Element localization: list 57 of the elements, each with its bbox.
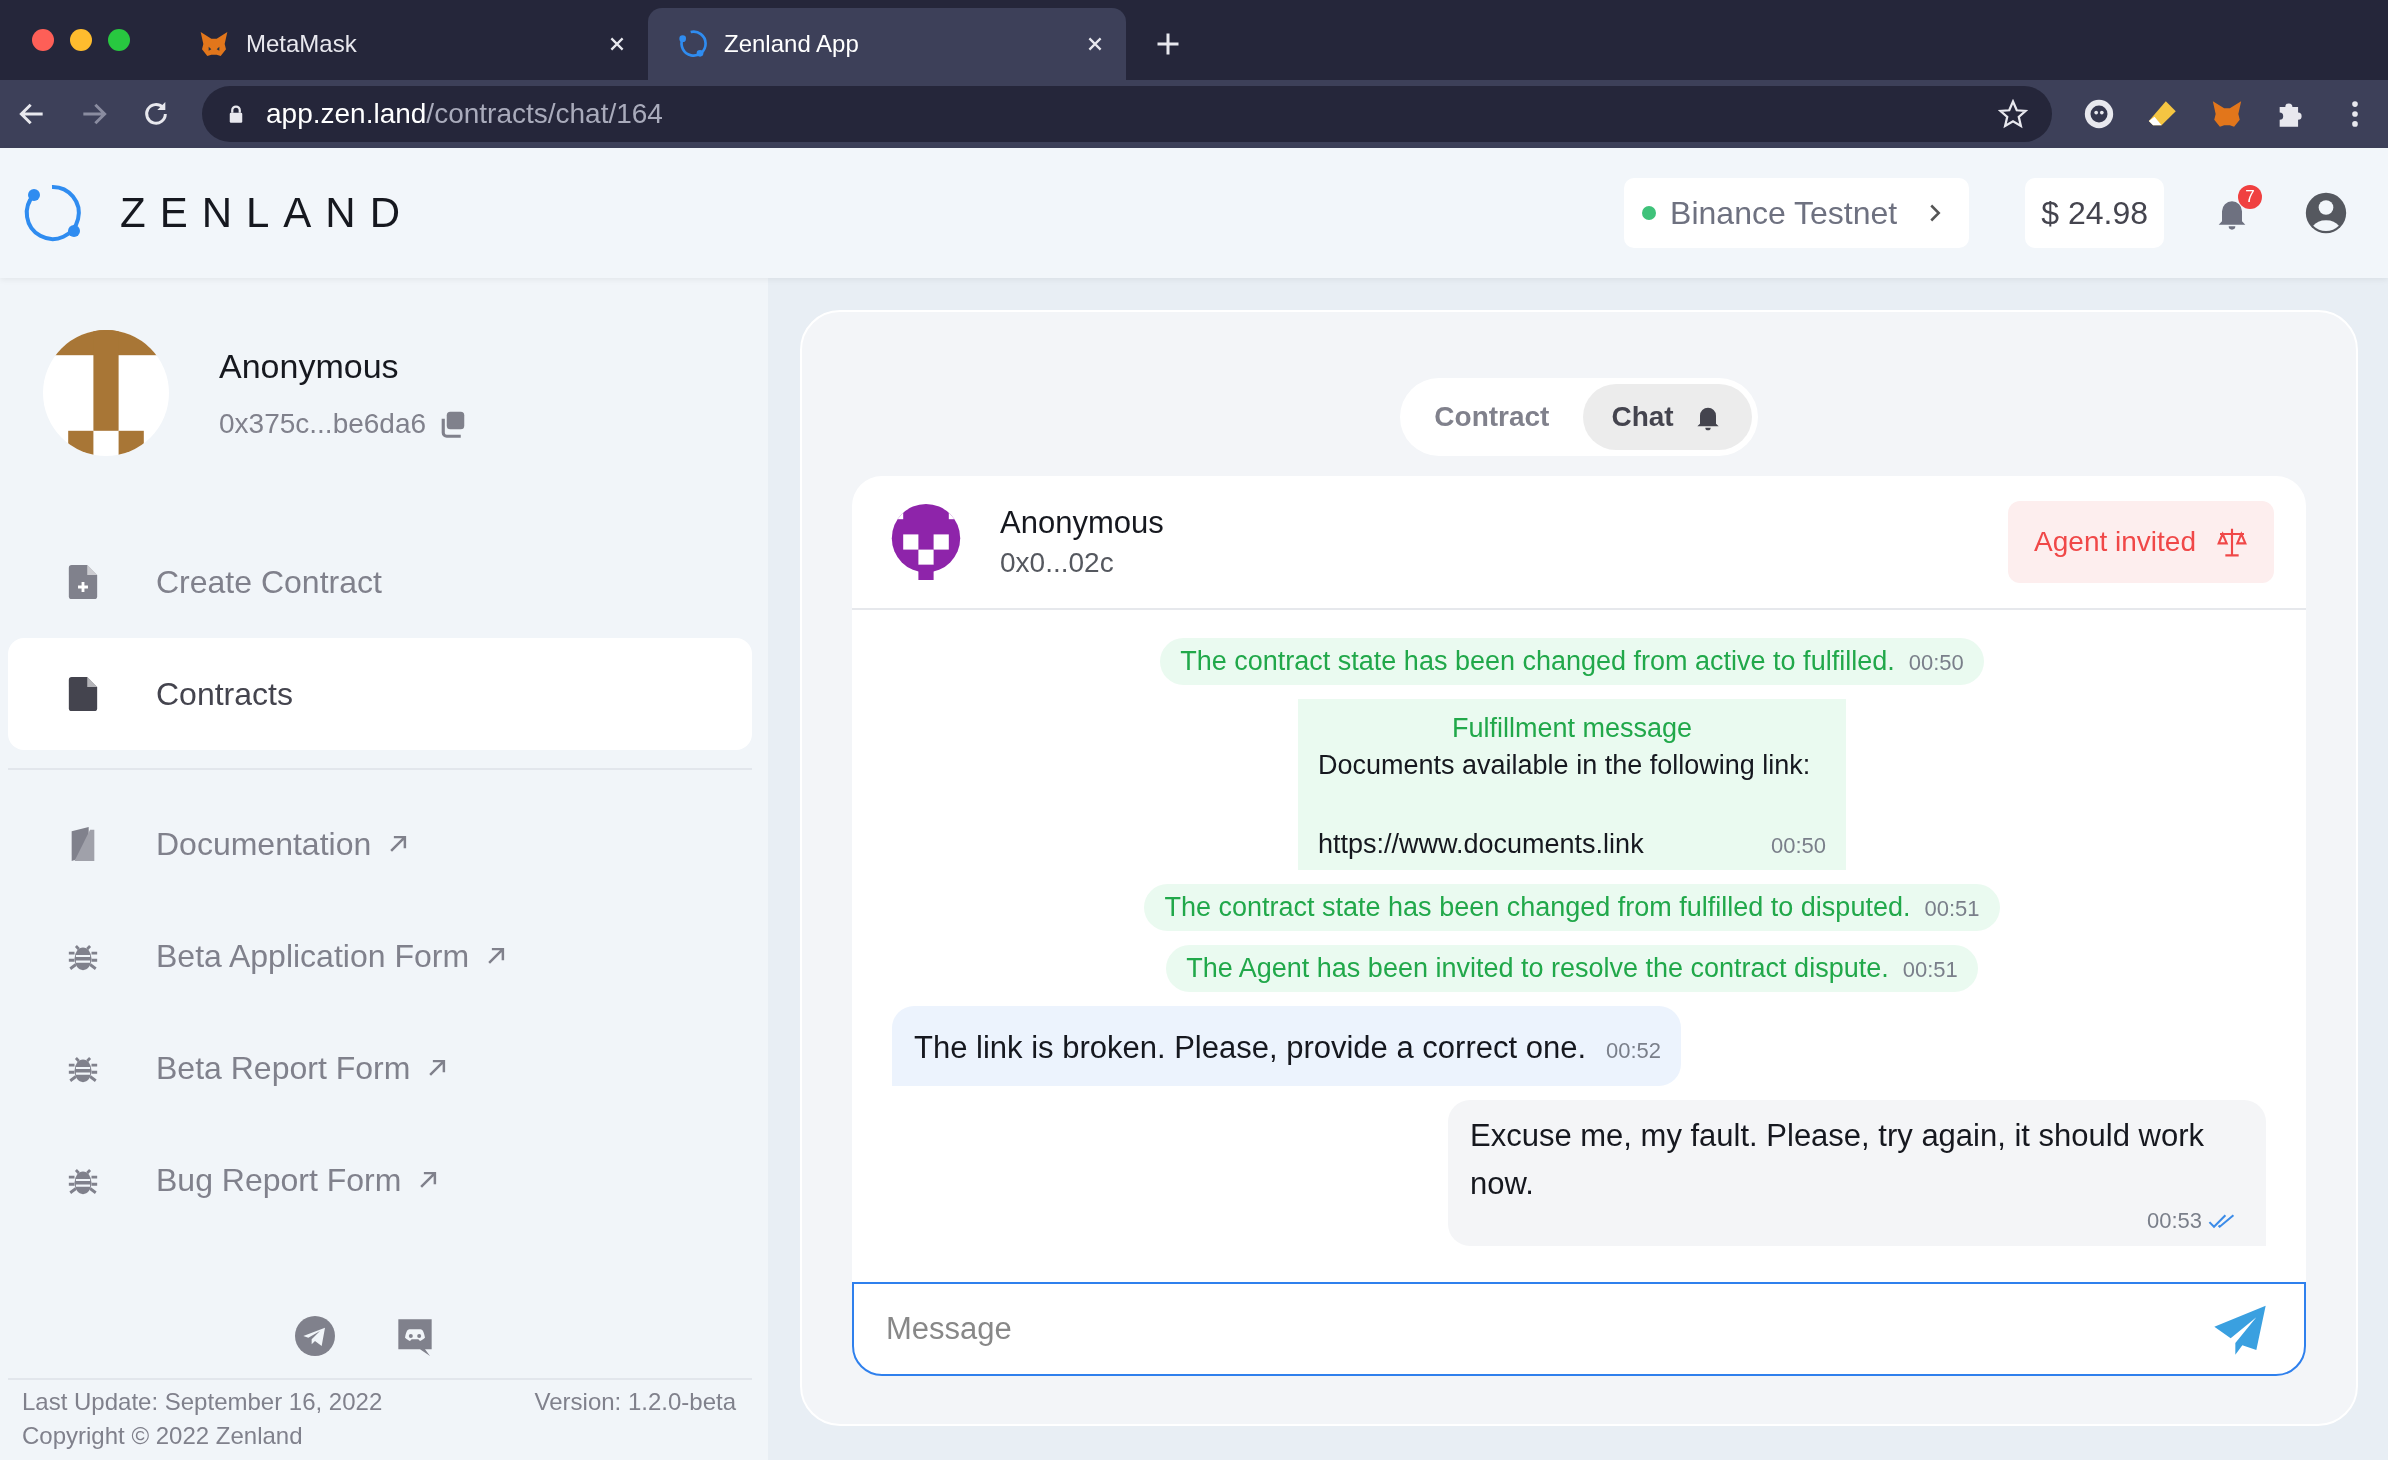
message-input-field[interactable]: Message	[884, 1310, 2212, 1348]
window-zoom-light[interactable]	[108, 29, 130, 51]
window-close-light[interactable]	[32, 29, 54, 51]
user-account-icon[interactable]	[2304, 191, 2348, 235]
sidebar-item[interactable]: Documentation	[8, 788, 752, 900]
sidebar-item[interactable]: Beta Report Form	[8, 1012, 752, 1124]
new-tab-plus-icon[interactable]	[1156, 32, 1180, 56]
scales-icon	[2216, 526, 2248, 558]
message-time: 00:52	[1606, 1038, 1662, 1064]
browser-tab[interactable]: Zenland App	[648, 8, 1126, 80]
view-tab[interactable]: Chat	[1583, 384, 1752, 450]
sidebar-item[interactable]: Bug Report Form	[8, 1124, 752, 1236]
message-text: The Agent has been invited to resolve the contract dispute.	[1186, 953, 1889, 984]
last-update-text: Last Update: September 16, 2022	[22, 1388, 383, 1416]
message-text: The contract state has been changed from active to fulfilled.	[1180, 646, 1895, 677]
sidebar-item[interactable]: Beta Application Form	[8, 900, 752, 1012]
close-icon[interactable]	[608, 35, 626, 53]
discord-icon[interactable]	[395, 1316, 435, 1356]
tab-title: MetaMask	[246, 30, 358, 58]
contact-address: 0x0...02c	[1000, 547, 1115, 579]
tab-title: Zenland App	[724, 30, 860, 58]
file-icon	[66, 677, 100, 711]
ring-logo-icon	[676, 28, 708, 60]
status-text: Agent invited	[2034, 526, 2196, 558]
message-time: 00:51	[1924, 896, 1980, 922]
telegram-icon[interactable]	[295, 1316, 335, 1356]
sidebar-item[interactable]: Create Contract	[8, 526, 752, 638]
contact-name: Anonymous	[1000, 505, 1164, 541]
message-title: Fulfillment message	[1450, 713, 1694, 744]
window-minimize-light[interactable]	[70, 29, 92, 51]
message-text: Excuse me, my fault. Please, try again, it should work now.	[1470, 1117, 2205, 1204]
address-field[interactable]: app.zen.land/contracts/chat/164	[202, 86, 2052, 142]
url-text: app.zen.land/contracts/chat/164	[266, 98, 664, 130]
message-time: 00:51	[1902, 957, 1958, 983]
bookmark-star-icon[interactable]	[1998, 99, 2028, 129]
sidebar-item[interactable]: Contracts	[8, 638, 752, 750]
face-extension-icon[interactable]	[2082, 97, 2116, 131]
message-time: 00:50	[1908, 650, 1964, 676]
message-field[interactable]: Message	[852, 1282, 2306, 1376]
message-text: Documents available in the following link:	[1318, 750, 1812, 781]
browser-tab[interactable]: MetaMask	[170, 8, 648, 80]
notification-count: 7	[2238, 185, 2262, 209]
message-time: 00:53	[2146, 1208, 2202, 1235]
network-selector[interactable]: Binance Testnet	[1624, 178, 1970, 248]
message-time: 00:50	[1770, 833, 1826, 859]
message-text: The contract state has been changed from fulfilled to disputed.	[1164, 892, 1911, 923]
copyright-text: Copyright © 2022 Zenland	[22, 1422, 304, 1450]
version-text: Version: 1.2.0-beta	[534, 1388, 736, 1416]
close-icon[interactable]	[1086, 35, 1104, 53]
brand-name: ZENLAND	[120, 189, 415, 237]
message-text: The link is broken. Please, provide a correct one.	[914, 1029, 1586, 1067]
wallet-address: 0x375c...be6da6	[219, 407, 427, 440]
message-link[interactable]: https://www.documents.link	[1318, 829, 1644, 860]
view-tab[interactable]: Contract	[1406, 384, 1578, 450]
profile-name: Anonymous	[219, 346, 400, 386]
balance-display[interactable]: $ 24.98	[2025, 178, 2164, 248]
file-plus-icon	[66, 565, 100, 599]
